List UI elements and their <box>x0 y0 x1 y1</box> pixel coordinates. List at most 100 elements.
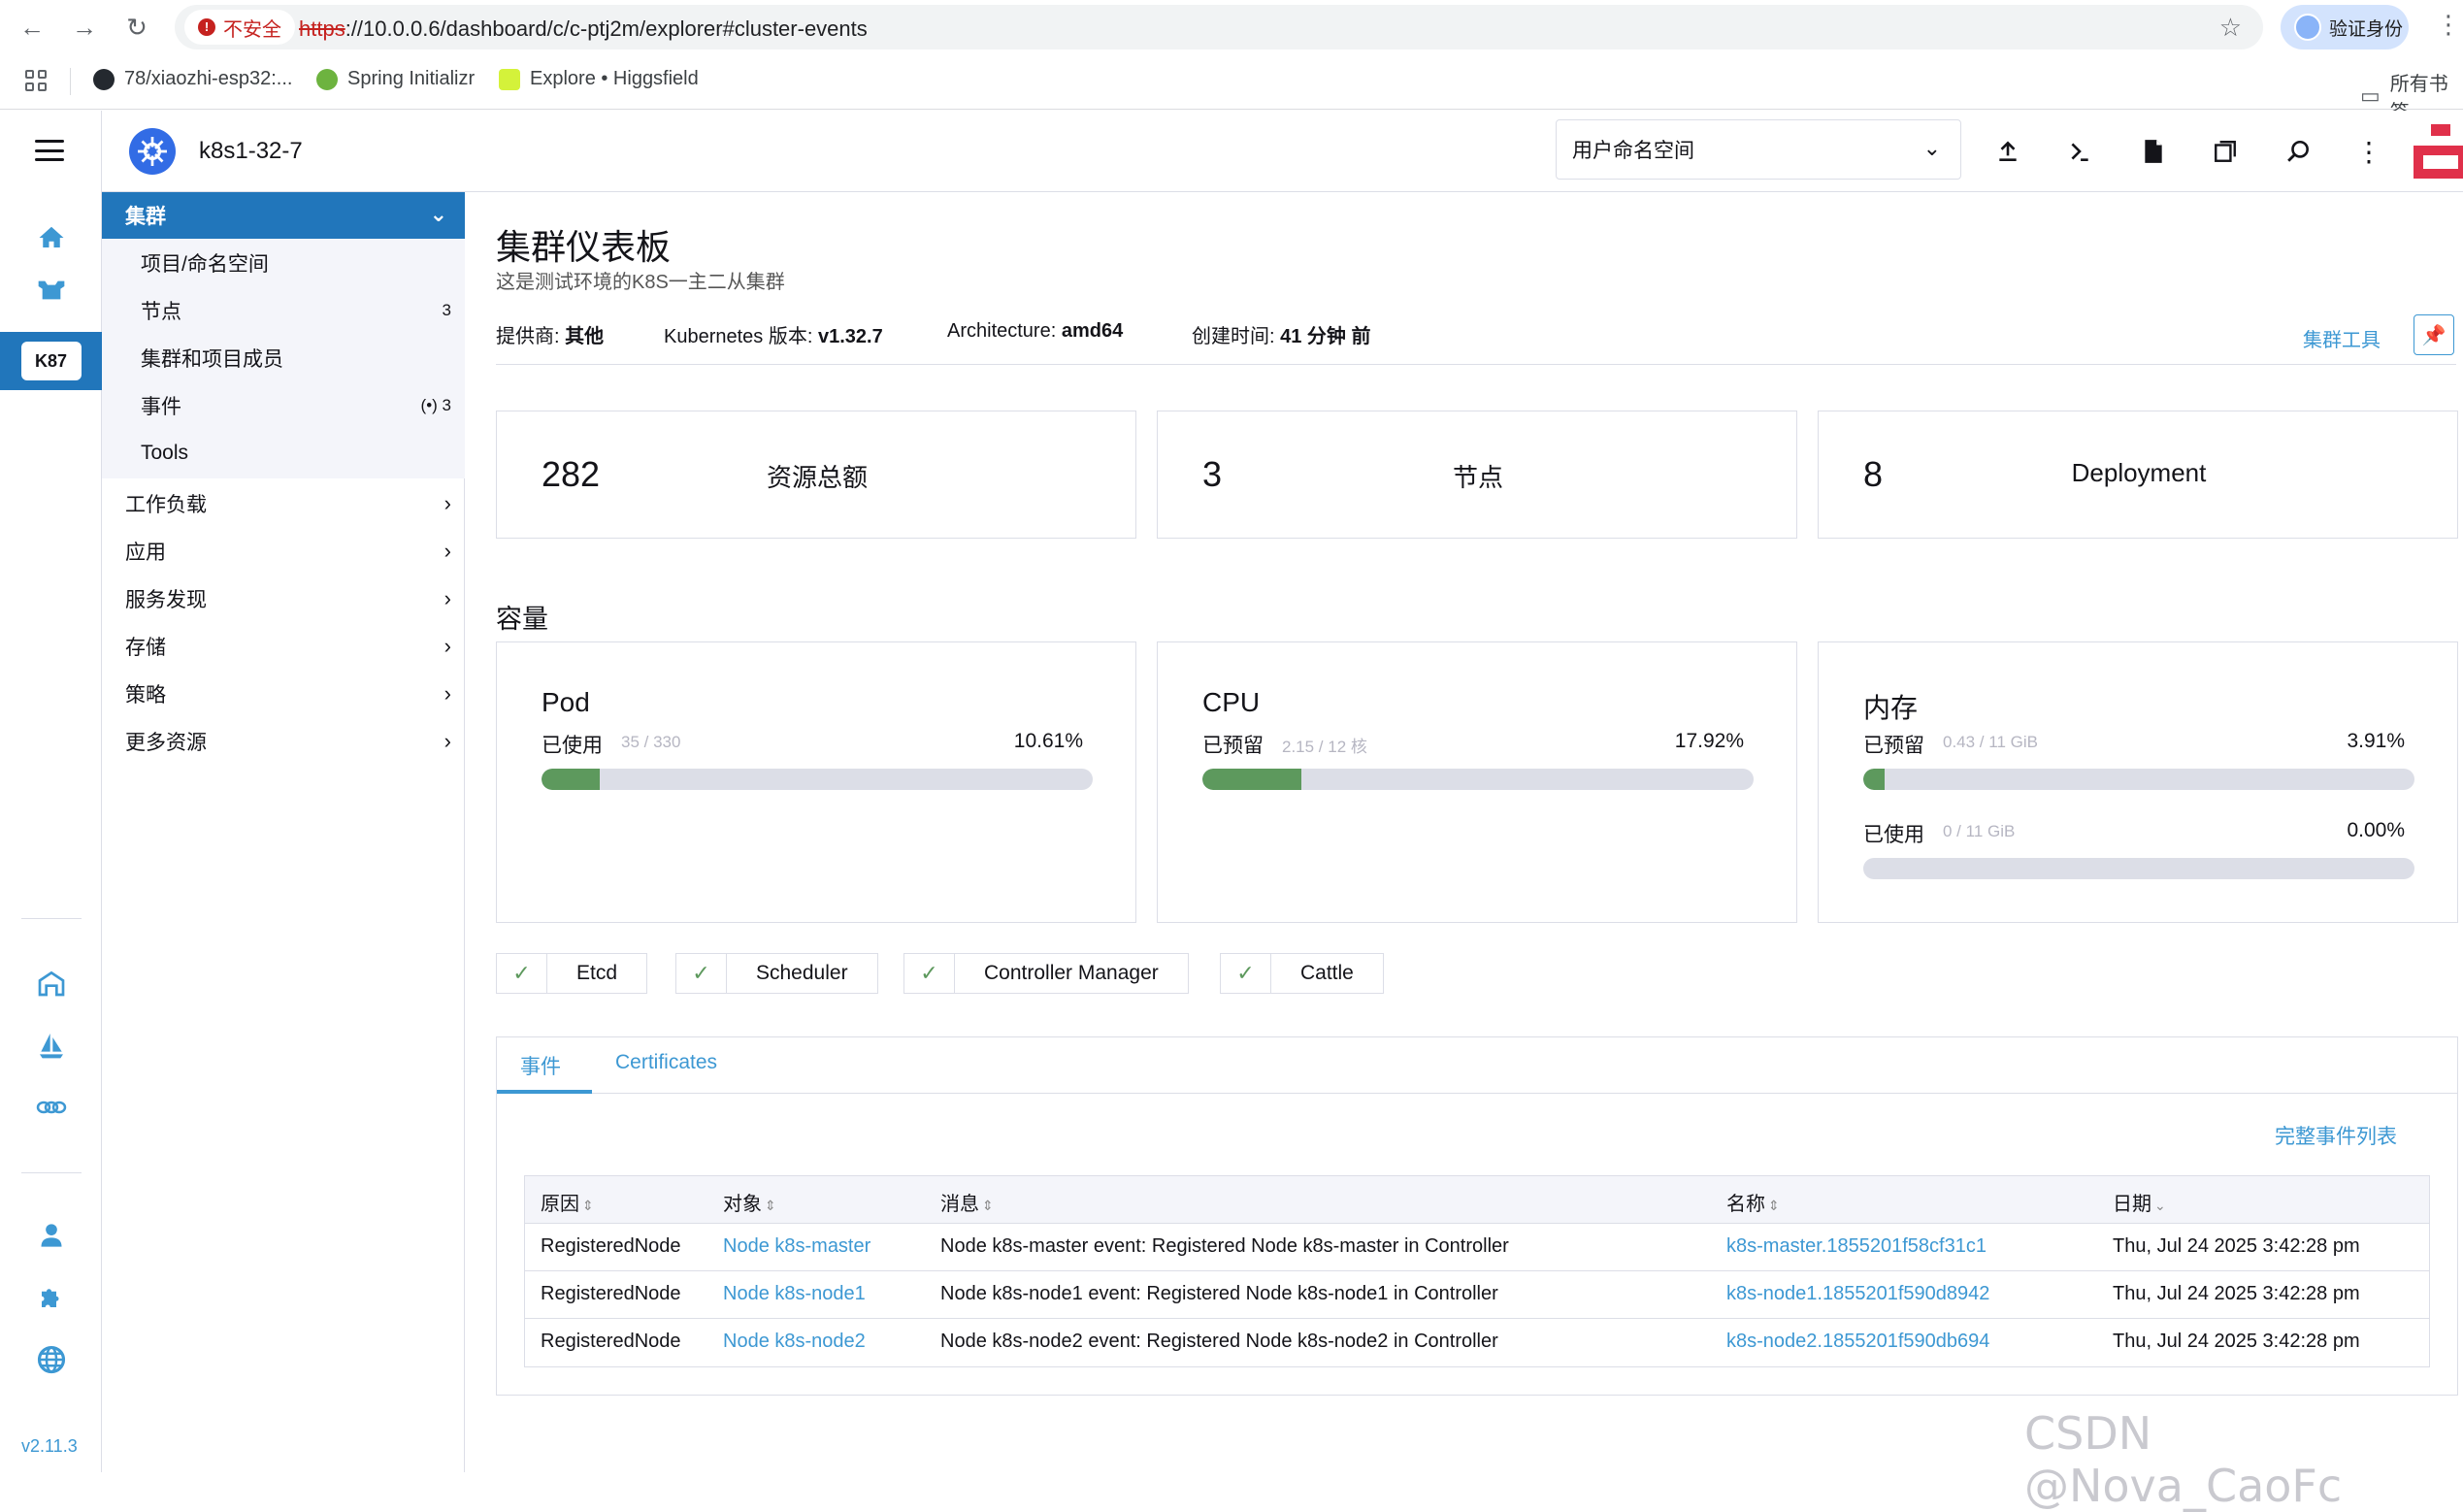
cell-name-link[interactable]: k8s-master.1855201f58cf31c1 <box>1726 1235 1987 1258</box>
cell-object-link[interactable]: Node k8s-node1 <box>723 1283 866 1305</box>
cell-name-link[interactable]: k8s-node1.1855201f590d8942 <box>1726 1283 1989 1305</box>
capacity-card-cpu: CPU 已预留 2.15 / 12 核 17.92% <box>1157 641 1797 923</box>
watermark: CSDN @Nova_CaoFc <box>2024 1407 2343 1512</box>
capacity-title: 容量 <box>496 605 548 634</box>
gauge-percent: 17.92% <box>1674 730 1744 752</box>
fleet-icon[interactable] <box>33 965 70 1002</box>
menu-group-cluster[interactable]: 集群 ⌄ <box>102 192 465 239</box>
gauge-value: 0.43 / 11 GiB <box>1943 733 2038 751</box>
copy-kubeconfig-icon[interactable] <box>2206 132 2245 171</box>
bookmark-star-icon[interactable]: ☆ <box>2219 13 2242 43</box>
cell-reason: RegisteredNode <box>541 1235 681 1257</box>
events-table: 原因 ⇕ 对象 ⇕ 消息 ⇕ 名称 ⇕ 日期 ⌄ RegisteredNode Node … <box>524 1175 2430 1367</box>
hamburger-menu-icon[interactable] <box>35 140 64 161</box>
gauge-line: 已使用 0 / 11 GiB 0.00% <box>1863 819 2416 846</box>
browser-menu-icon[interactable]: ⋮ <box>2436 10 2461 40</box>
cell-name-link[interactable]: k8s-node2.1855201f590db694 <box>1726 1331 1989 1353</box>
namespace-select[interactable]: 用户命名空间 ⌄ <box>1556 119 1961 180</box>
user-icon[interactable] <box>33 1217 70 1254</box>
column-header-reason[interactable]: 原因 ⇕ <box>541 1188 594 1216</box>
bookmark-item[interactable]: 78/xiaozhi-esp32:... <box>93 68 292 90</box>
kubectl-shell-icon[interactable] <box>2060 132 2099 171</box>
url-scheme: https <box>299 16 345 41</box>
cluster-tools-link[interactable]: 集群工具 <box>2303 324 2381 352</box>
submenu-item-projects-namespaces[interactable]: 项目/命名空间 <box>141 239 451 286</box>
count-label: 资源总额 <box>766 463 868 492</box>
insecure-label: 不安全 <box>223 18 281 41</box>
meta-provider: 提供商: 其他 <box>496 320 604 348</box>
rancher-cow-icon[interactable] <box>33 272 70 309</box>
side-nav: K87 v2.11.3 <box>0 111 102 1472</box>
menu-item-apps[interactable]: 应用 › <box>125 527 451 575</box>
search-icon[interactable] <box>2280 132 2318 171</box>
gauge-value: 35 / 330 <box>621 733 681 751</box>
meta-value: amd64 <box>1061 320 1124 342</box>
chevron-right-icon: › <box>443 490 451 515</box>
reload-button[interactable]: ↻ <box>120 11 153 44</box>
column-header-name[interactable]: 名称 ⇕ <box>1726 1188 1780 1216</box>
chain-links-icon[interactable] <box>33 1089 70 1126</box>
bookmark-item[interactable]: Explore • Higgsfield <box>499 68 699 90</box>
column-header-message[interactable]: 消息 ⇕ <box>940 1188 994 1216</box>
chevron-right-icon: › <box>443 538 451 563</box>
cell-message: Node k8s-node1 event: Registered Node k8… <box>940 1283 1498 1304</box>
submenu-item-tools[interactable]: Tools <box>141 429 451 477</box>
count-badge: 3 <box>442 300 451 319</box>
tab-certificates[interactable]: Certificates <box>615 1051 717 1074</box>
submenu-item-nodes[interactable]: 节点 3 <box>141 286 451 334</box>
home-icon[interactable] <box>33 219 70 256</box>
user-avatar[interactable] <box>2414 124 2463 179</box>
extensions-puzzle-icon[interactable] <box>33 1279 70 1316</box>
gauge-percent: 0.00% <box>2347 819 2405 841</box>
cluster-k87-item[interactable]: K87 <box>0 332 102 390</box>
menu-item-storage[interactable]: 存储 › <box>125 622 451 670</box>
sort-desc-icon: ⌄ <box>2154 1198 2166 1213</box>
count-card-deployments[interactable]: 8 Deployment <box>1818 411 2458 539</box>
url-bar[interactable]: ! 不安全 https://10.0.0.6/dashboard/c/c-ptj… <box>175 5 2263 49</box>
submenu-item-events[interactable]: 事件 (•) 3 <box>141 381 451 429</box>
progress-fill <box>1202 769 1301 790</box>
forward-button[interactable]: → <box>68 11 101 44</box>
download-kubeconfig-icon[interactable] <box>2134 132 2173 171</box>
cell-message: Node k8s-node2 event: Registered Node k8… <box>940 1331 1498 1352</box>
cell-object-link[interactable]: Node k8s-master <box>723 1235 870 1258</box>
progress-fill <box>542 769 601 790</box>
column-header-date[interactable]: 日期 ⌄ <box>2113 1188 2166 1216</box>
back-button[interactable]: ← <box>16 11 49 44</box>
meta-architecture: Architecture: amd64 <box>947 320 1123 343</box>
sailboat-icon[interactable] <box>33 1027 70 1064</box>
cell-reason: RegisteredNode <box>541 1283 681 1304</box>
tabs-bar: 事件 Certificates <box>497 1037 2457 1094</box>
cell-object-link[interactable]: Node k8s-node2 <box>723 1331 866 1353</box>
verify-identity-button[interactable]: 验证身份 <box>2281 5 2409 49</box>
cluster-badge: K87 <box>20 342 82 380</box>
submenu-item-members[interactable]: 集群和项目成员 <box>141 334 451 381</box>
count-card-nodes[interactable]: 3 节点 <box>1157 411 1797 539</box>
pin-icon[interactable]: 📌 <box>2414 314 2454 355</box>
menu-item-more-resources[interactable]: 更多资源 › <box>125 717 451 765</box>
more-actions-icon[interactable]: ⋮ <box>2349 132 2388 171</box>
full-events-list-link[interactable]: 完整事件列表 <box>2275 1121 2397 1150</box>
globe-icon[interactable] <box>33 1341 70 1378</box>
tab-events[interactable]: 事件 <box>520 1051 561 1080</box>
capacity-card-title: 内存 <box>1863 693 1919 723</box>
capacity-card-pod: Pod 已使用 35 / 330 10.61% <box>496 641 1136 923</box>
version-link[interactable]: v2.11.3 <box>21 1436 78 1457</box>
bookmark-item[interactable]: Spring Initializr <box>316 68 475 90</box>
cell-date: Thu, Jul 24 2025 3:42:28 pm <box>2113 1283 2360 1304</box>
count-card-resources[interactable]: 282 资源总额 <box>496 411 1136 539</box>
insecure-badge[interactable]: ! 不安全 <box>184 10 295 45</box>
app-header: k8s1-32-7 用户命名空间 ⌄ ⋮ <box>102 111 2463 192</box>
menu-item-policy[interactable]: 策略 › <box>125 670 451 717</box>
apps-grid-icon[interactable] <box>25 70 47 91</box>
submenu-label: 项目/命名空间 <box>141 252 269 276</box>
column-header-object[interactable]: 对象 ⇕ <box>723 1188 776 1216</box>
menu-item-workloads[interactable]: 工作负载 › <box>125 479 451 527</box>
count-label: 节点 <box>1452 463 1503 492</box>
menu-item-service-discovery[interactable]: 服务发现 › <box>125 575 451 622</box>
url-text[interactable]: https://10.0.0.6/dashboard/c/c-ptj2m/exp… <box>299 16 868 42</box>
menu-label: 更多资源 <box>125 731 207 754</box>
import-yaml-upload-icon[interactable] <box>1988 132 2027 171</box>
meta-label: Kubernetes 版本: <box>664 326 813 347</box>
namespace-select-value: 用户命名空间 <box>1572 140 1694 162</box>
